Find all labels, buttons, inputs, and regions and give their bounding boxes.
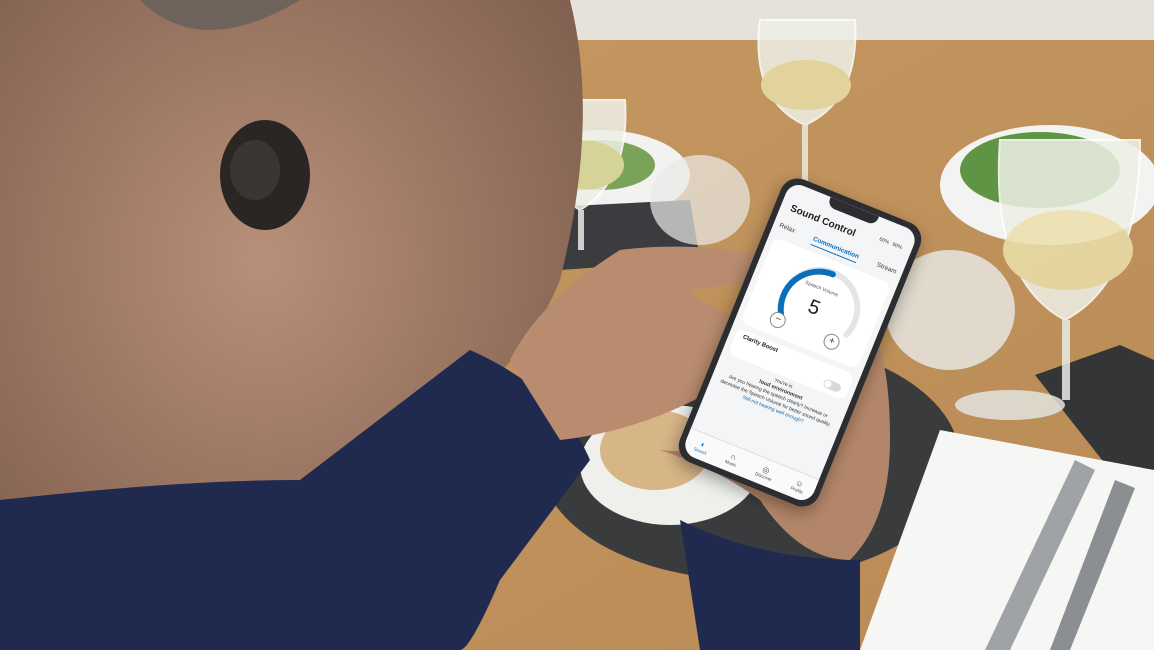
- clarity-boost-toggle[interactable]: [822, 378, 843, 394]
- nav-item-sound[interactable]: ◖ Sound: [693, 438, 710, 455]
- nav-item-music[interactable]: ∩ Music: [724, 450, 740, 468]
- status-battery-right: 90%: [891, 241, 903, 252]
- clarity-boost-label: Clarity Boost: [741, 334, 779, 354]
- photo-scene: 60% 90% Sound Control Relax Communicatio…: [0, 0, 1154, 650]
- tab-stream[interactable]: Stream: [874, 261, 897, 278]
- plus-icon: +: [826, 335, 837, 348]
- background-photo: [0, 0, 1154, 650]
- background-wall: [560, 0, 1154, 40]
- status-bar: 60% 90%: [878, 236, 903, 251]
- status-battery-left: 60%: [878, 236, 890, 246]
- water-glass: [650, 155, 750, 245]
- tab-relax[interactable]: Relax: [777, 222, 796, 237]
- nav-item-discover[interactable]: ◎ Discover: [754, 463, 775, 483]
- minus-icon: −: [773, 313, 783, 326]
- nav-item-profile[interactable]: ☺ Profile: [790, 477, 807, 495]
